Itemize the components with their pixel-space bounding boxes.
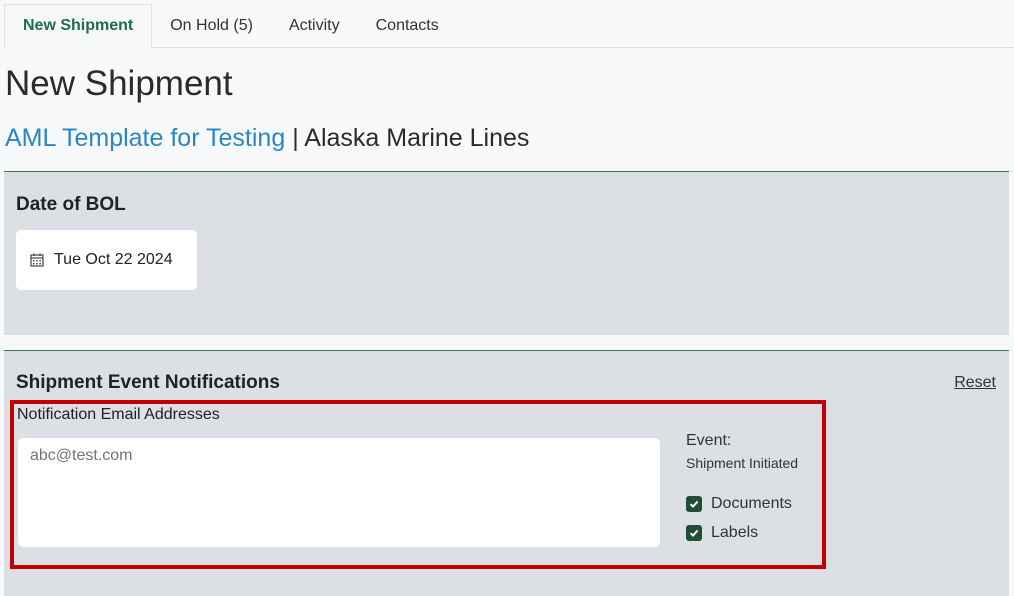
notifications-title: Shipment Event Notifications — [16, 372, 280, 393]
carrier-name: Alaska Marine Lines — [304, 124, 530, 152]
page-title: New Shipment — [5, 64, 233, 103]
tab-activity[interactable]: Activity — [271, 4, 358, 47]
page-subtitle: AML Template for Testing | Alaska Marine… — [5, 124, 529, 153]
subtitle-separator: | — [292, 124, 299, 152]
bol-date-title: Date of BOL — [16, 194, 126, 215]
tab-on-hold[interactable]: On Hold (5) — [152, 4, 271, 47]
calendar-icon — [30, 253, 44, 267]
tab-bar: New Shipment On Hold (5) Activity Contac… — [4, 4, 1014, 48]
reset-link[interactable]: Reset — [954, 374, 996, 392]
bol-date-section: Date of BOL Tue Oct 22 2024 — [4, 171, 1009, 335]
bol-date-picker[interactable]: Tue Oct 22 2024 — [16, 230, 197, 290]
highlight-box — [10, 400, 826, 569]
template-link[interactable]: AML Template for Testing — [5, 124, 285, 152]
tab-contacts[interactable]: Contacts — [358, 4, 457, 47]
bol-date-value: Tue Oct 22 2024 — [54, 251, 173, 268]
tab-new-shipment[interactable]: New Shipment — [4, 4, 153, 48]
